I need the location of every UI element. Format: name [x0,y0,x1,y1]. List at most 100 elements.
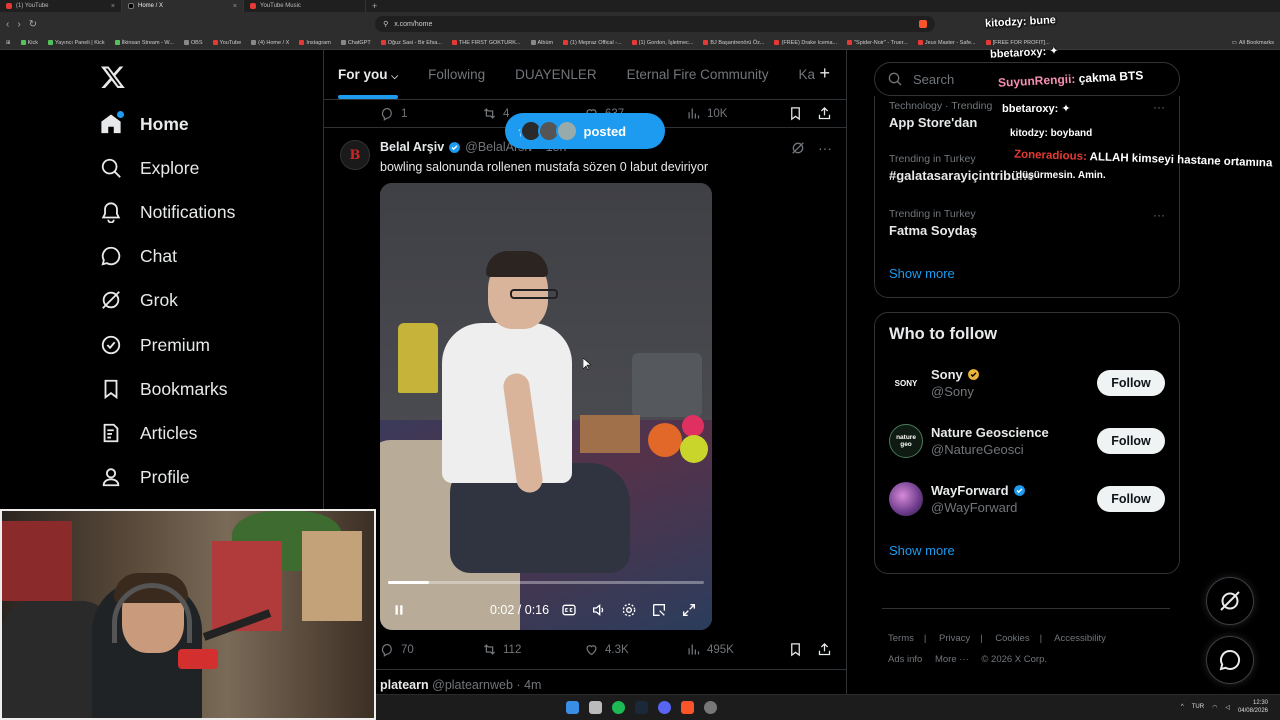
reply-button[interactable]: 70 [380,642,482,657]
footer-link-terms[interactable]: Terms [888,633,914,644]
nav-premium[interactable]: Premium [100,334,210,356]
url-field[interactable]: ⚲ x.com/home [375,16,936,32]
browser-tab-youtube-music[interactable]: YouTube Music [244,0,366,12]
steam-icon[interactable] [635,701,648,714]
reload-icon[interactable]: ↻ [29,19,37,30]
bookmark-item[interactable]: (1) Mepraz Offical -... [563,40,622,46]
views-button[interactable]: 10K [686,106,788,121]
bookmark-icon[interactable] [788,642,803,657]
nav-bookmarks[interactable]: Bookmarks [100,378,228,400]
like-button[interactable]: 4.3K [584,642,686,657]
trend-item[interactable]: Trending in Turkey Fatma Soydaş ··· [889,208,1165,238]
nav-notifications[interactable]: Notifications [100,201,235,223]
windows-start-icon[interactable] [566,701,579,714]
grok-icon[interactable] [790,140,806,156]
chat-fab-button[interactable] [1206,636,1254,684]
avatar[interactable] [889,482,923,516]
x-logo-icon[interactable] [100,64,126,90]
bookmark-item[interactable]: (1) Gordon, İşletmec... [631,40,693,46]
brave-icon[interactable] [681,701,694,714]
browser-tab-x-home[interactable]: Home / X × [122,0,244,12]
clock[interactable]: 12:30 04/08/2026 [1238,699,1268,715]
tray-chevron-icon[interactable]: ^ [1181,704,1184,710]
spotify-icon[interactable] [612,701,625,714]
apps-icon[interactable]: ⊞ [6,40,11,46]
bookmark-item[interactable]: Jeux Master - Safe... [917,40,976,46]
share-icon[interactable] [817,642,832,657]
volume-icon[interactable] [591,602,607,618]
new-tab-button[interactable]: + [372,1,377,11]
bookmark-item[interactable]: Instagram [299,40,331,46]
trends-show-more[interactable]: Show more [889,266,955,281]
bookmark-item[interactable]: Albüm [530,40,553,46]
video-progress-bar[interactable] [388,581,704,584]
wifi-icon[interactable]: ◠ [1212,704,1217,711]
avatar[interactable]: B [340,140,370,170]
settings-icon[interactable] [621,602,637,618]
bookmark-item[interactable]: OBS [183,40,203,46]
video-player[interactable]: 0:02 / 0:16 [380,183,712,630]
account-name[interactable]: WayForward [931,483,1026,498]
bookmark-item[interactable]: YouTube [212,40,241,46]
nav-grok[interactable]: Grok [100,289,178,311]
fullscreen-icon[interactable] [681,602,697,618]
follow-suggestion[interactable]: nature geo Nature Geoscience @NatureGeos… [889,421,1165,461]
avatar[interactable]: nature geo [889,424,923,458]
volume-icon[interactable]: ◁ [1225,704,1230,711]
author-name[interactable]: platearn [380,678,429,692]
obs-icon[interactable] [704,701,717,714]
tab-following[interactable]: Following [428,67,485,82]
follow-button[interactable]: Follow [1097,370,1165,396]
site-info-icon[interactable]: ⚲ [383,20,388,28]
file-explorer-icon[interactable] [589,701,602,714]
next-tweet[interactable]: platearn @platearnweb · 4m [324,670,846,692]
add-tab-button[interactable]: + [819,63,830,84]
browser-tab-youtube[interactable]: (1) YouTube × [0,0,122,12]
follow-suggestion[interactable]: WayForward @WayForward Follow [889,479,1165,519]
tab-for-you[interactable]: For you ⌵ [338,67,399,99]
footer-link-cookies[interactable]: Cookies [995,633,1029,644]
bookmark-item[interactable]: Yayıncı Paneli | Kick [48,40,105,46]
grok-fab-button[interactable] [1206,577,1254,625]
nav-profile[interactable]: Profile [100,466,190,488]
reply-button[interactable]: 1 [380,106,482,121]
back-icon[interactable]: ‹ [6,19,9,30]
views-button[interactable]: 495K [686,642,788,657]
pip-icon[interactable] [651,602,667,618]
nav-articles[interactable]: Articles [100,422,197,444]
footer-link-accessibility[interactable]: Accessibility [1054,633,1106,644]
bookmark-item[interactable]: (4) Home / X [251,40,289,46]
avatar[interactable]: SONY [889,366,923,400]
bookmark-item[interactable]: İlkinsan Stream - W... [114,40,174,46]
captions-icon[interactable] [561,602,577,618]
more-icon[interactable]: ··· [818,140,832,156]
follow-button[interactable]: Follow [1097,486,1165,512]
tab-eternal-fire[interactable]: Eternal Fire Community [627,67,769,82]
tweet-time[interactable]: 4m [524,678,541,692]
brave-shield-icon[interactable] [919,20,928,28]
nav-home[interactable]: Home [100,113,189,135]
tweet[interactable]: B Belal Arşiv @BelalArsiv · 18h ··· bowl… [324,128,846,630]
bookmark-item[interactable]: ChatGPT [340,40,371,46]
author-name[interactable]: Belal Arşiv [380,140,444,154]
footer-link-more[interactable]: More ··· [935,654,969,665]
bookmark-item[interactable]: (FREE) Drake Icema... [774,40,837,46]
more-icon[interactable]: ··· [1153,208,1165,222]
follow-show-more[interactable]: Show more [889,543,955,558]
bookmark-item[interactable]: BJ Başantrenörü Öz... [703,40,764,46]
bookmark-item[interactable]: Oğuz Sasi - Bir Efsa... [380,40,442,46]
discord-icon[interactable] [658,701,671,714]
footer-link-privacy[interactable]: Privacy [939,633,970,644]
author-handle[interactable]: @platearnweb [432,678,513,692]
nav-chat[interactable]: Chat [100,245,177,267]
follow-suggestion[interactable]: SONY Sony @Sony Follow [889,363,1165,403]
bookmark-item[interactable]: "Spider-Noir" - Truer... [847,40,908,46]
bookmark-item[interactable]: Kick [20,40,38,46]
tab-ka[interactable]: Ka [798,67,815,82]
pause-icon[interactable] [392,603,406,617]
close-icon[interactable]: × [111,3,115,10]
share-icon[interactable] [817,106,832,121]
forward-icon[interactable]: › [17,19,20,30]
bookmark-icon[interactable] [788,106,803,121]
account-name[interactable]: Nature Geoscience [931,425,1049,440]
